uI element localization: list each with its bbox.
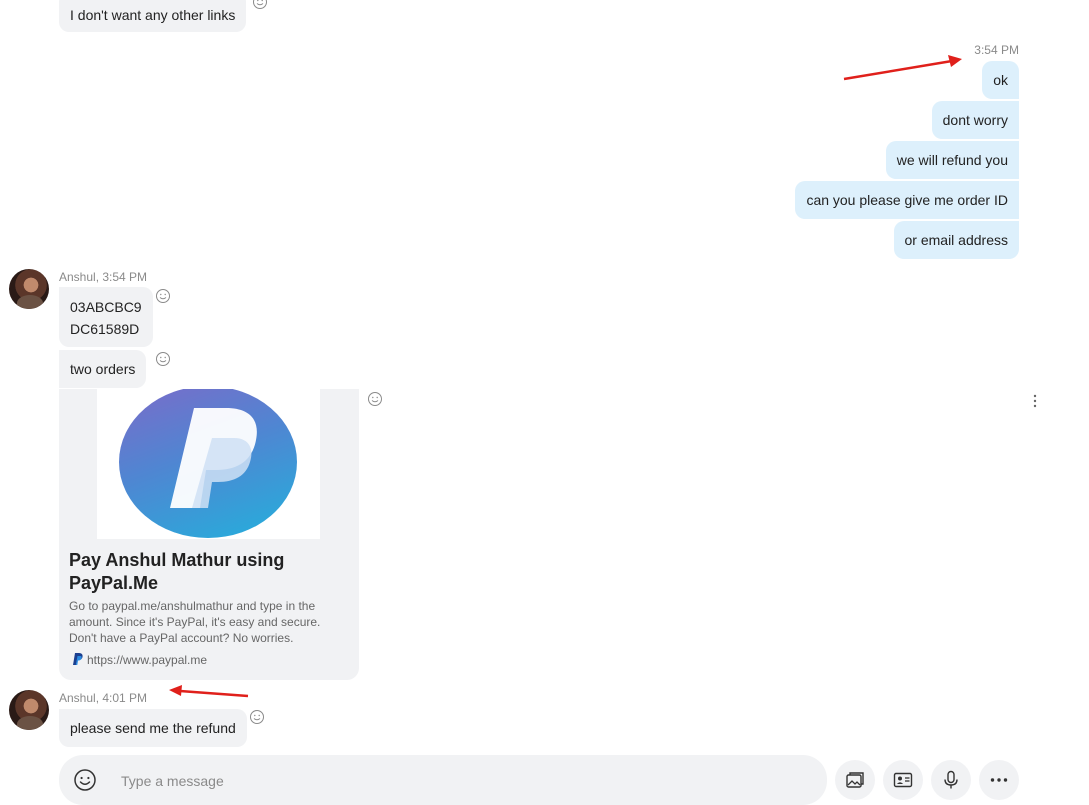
message-bubble-outgoing[interactable]: dont worry — [931, 101, 1019, 139]
microphone-icon — [944, 770, 958, 789]
message-bubble-incoming[interactable]: please send me the refund — [59, 709, 247, 747]
link-preview-title[interactable]: Pay Anshul Mathur using PayPal.Me — [69, 549, 349, 595]
contact-card-icon — [893, 772, 913, 788]
message-bubble-outgoing[interactable]: we will refund you — [885, 141, 1019, 179]
paypal-logo — [119, 389, 297, 538]
annotation-arrow — [169, 685, 249, 698]
emoji-icon[interactable] — [73, 768, 97, 792]
message-text: 03ABCBC9 — [70, 299, 142, 315]
more-options-button[interactable] — [979, 760, 1019, 800]
message-input[interactable] — [119, 769, 723, 793]
reaction-icon[interactable] — [367, 391, 383, 407]
message-text: two orders — [70, 361, 136, 377]
link-url-text: https://www.paypal.me — [87, 653, 208, 667]
avatar[interactable] — [9, 690, 49, 730]
send-contact-button[interactable] — [883, 760, 923, 800]
reaction-icon[interactable] — [252, 0, 268, 10]
message-timestamp: 3:54 PM — [974, 43, 1019, 57]
message-text: ok — [993, 72, 1008, 88]
reaction-icon[interactable] — [155, 288, 171, 304]
message-text: I don't want any other links — [70, 7, 236, 23]
message-bubble-outgoing[interactable]: can you please give me order ID — [795, 181, 1019, 219]
more-vertical-icon[interactable] — [1030, 393, 1040, 409]
message-bubble-outgoing[interactable]: or email address — [893, 221, 1019, 259]
more-horizontal-icon — [990, 778, 1008, 782]
message-sender-time: Anshul, 4:01 PM — [59, 691, 148, 705]
link-preview-card[interactable]: Pay Anshul Mathur using PayPal.Me Go to … — [59, 389, 359, 680]
annotation-arrow — [843, 55, 962, 81]
voice-message-button[interactable] — [931, 760, 971, 800]
message-text: please send me the refund — [70, 720, 236, 736]
message-text: dont worry — [942, 112, 1008, 128]
link-preview-description: Go to paypal.me/anshulmathur and type in… — [69, 599, 321, 645]
paypal-icon — [170, 408, 257, 508]
message-sender-time: Anshul, 3:54 PM — [59, 270, 148, 284]
message-bubble-incoming[interactable]: I don't want any other links — [59, 0, 247, 32]
reaction-icon[interactable] — [249, 709, 265, 725]
message-text: we will refund you — [896, 152, 1008, 168]
avatar[interactable] — [9, 269, 49, 309]
paypal-icon — [73, 653, 83, 665]
send-media-button[interactable] — [835, 760, 875, 800]
message-bubble-outgoing[interactable]: ok — [982, 61, 1019, 99]
gallery-icon — [846, 772, 864, 788]
reaction-icon[interactable] — [155, 351, 171, 367]
message-composer — [59, 755, 827, 805]
link-preview-image — [97, 389, 320, 539]
message-bubble-incoming[interactable]: two orders — [59, 350, 147, 388]
message-bubble-incoming[interactable]: 03ABCBC9 DC61589D — [59, 287, 153, 347]
message-text: DC61589D — [70, 321, 140, 337]
link-preview-url[interactable]: https://www.paypal.me — [73, 653, 207, 667]
message-text: or email address — [904, 232, 1009, 248]
message-text: can you please give me order ID — [806, 192, 1008, 208]
